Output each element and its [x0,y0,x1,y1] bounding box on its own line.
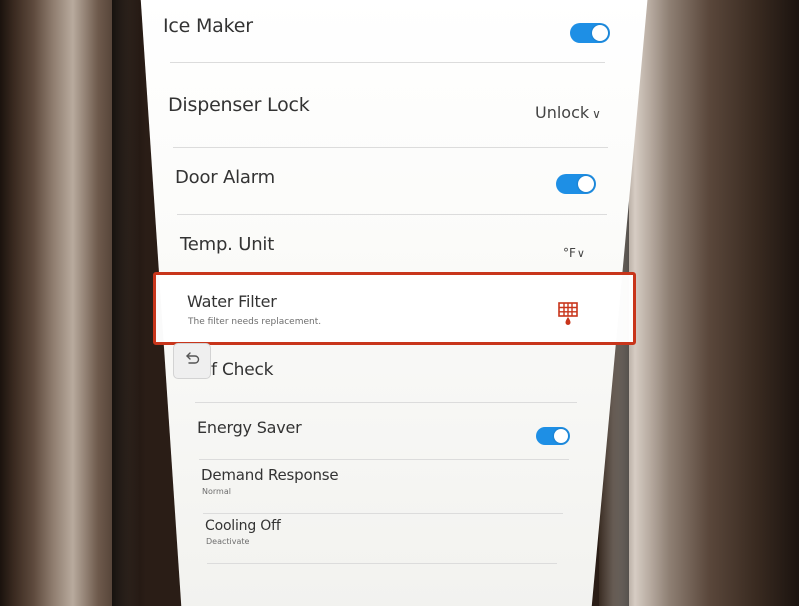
chevron-down-icon: ∨ [592,107,601,121]
divider [177,214,607,215]
divider [199,459,569,460]
energy-saver-toggle[interactable] [536,427,570,445]
dispenser-lock-dropdown[interactable]: Unlock ∨ [535,103,601,122]
chevron-down-icon: ∨ [576,247,585,260]
back-button[interactable] [173,343,211,379]
water-filter-label: Water Filter [187,292,277,311]
door-alarm-toggle[interactable] [556,174,596,194]
water-filter-status: The filter needs replacement. [188,317,322,327]
divider [203,513,563,514]
door-alarm-label: Door Alarm [175,167,275,188]
dispenser-lock-label: Dispenser Lock [168,94,310,116]
divider [207,563,557,564]
photo-frame: Ice Maker Dispenser Lock Unlock ∨ Door Al… [0,0,799,606]
ice-maker-label: Ice Maker [163,15,253,37]
water-filter-alert-icon [557,302,579,326]
demand-response-label: Demand Response [201,466,339,484]
energy-saver-label: Energy Saver [197,418,302,437]
divider [173,147,608,148]
self-check-label[interactable]: f Check [211,360,273,380]
divider [195,402,577,403]
ice-maker-toggle[interactable] [570,23,610,43]
demand-response-value: Normal [202,487,231,496]
back-icon [185,350,201,364]
toggle-knob [592,25,608,41]
cooling-off-value: Deactivate [206,537,250,546]
toggle-knob [578,176,594,192]
temp-unit-value: °F [563,246,576,260]
temp-unit-label: Temp. Unit [180,234,275,255]
toggle-knob [554,429,568,443]
left-edge-shadow [112,0,146,606]
cooling-off-label: Cooling Off [205,518,281,534]
divider [170,62,605,63]
dispenser-lock-value: Unlock [535,103,590,122]
temp-unit-dropdown[interactable]: °F∨ [563,246,585,260]
